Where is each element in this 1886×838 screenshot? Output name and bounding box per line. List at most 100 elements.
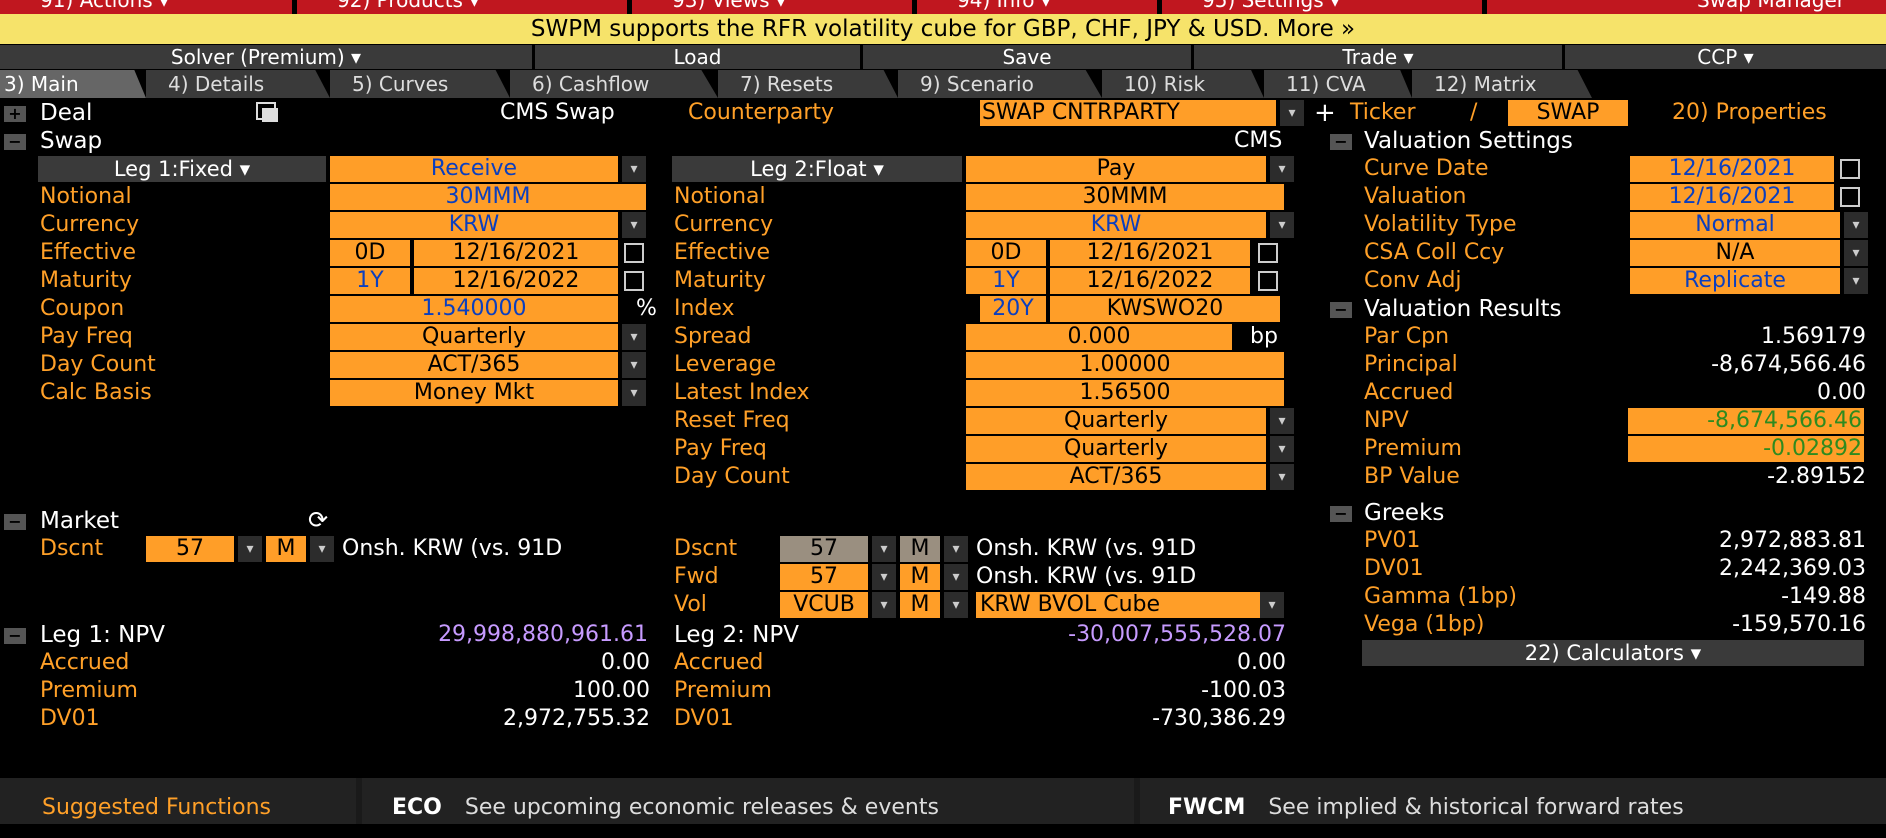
leg2-effective-tenor[interactable]: 0D — [966, 240, 1046, 266]
leg1-direction-field[interactable]: Receive — [330, 156, 618, 182]
valuation-date-field[interactable]: 12/16/2021 — [1630, 184, 1834, 210]
vol-m-field[interactable]: M — [900, 592, 940, 618]
leg2-notional-field[interactable]: 30MMM — [966, 184, 1284, 210]
leg1-direction-dropdown[interactable]: ▾ — [622, 156, 646, 182]
tab-cva[interactable]: 11) CVA — [1264, 70, 1412, 98]
tab-details[interactable]: 4) Details — [146, 70, 330, 98]
leg2-type-button[interactable]: Leg 2:Float ▾ — [672, 156, 962, 182]
leg2-currency-dropdown[interactable]: ▾ — [1270, 212, 1294, 238]
collapse-valuation-settings-icon[interactable]: − — [1330, 134, 1352, 150]
calendar-icon[interactable] — [1258, 243, 1278, 263]
calendar-icon[interactable] — [624, 243, 644, 263]
fwd-m-dropdown[interactable]: ▾ — [944, 564, 968, 590]
leg1-effective-date[interactable]: 12/16/2021 — [414, 240, 618, 266]
leg2-daycount-field[interactable]: ACT/365 — [966, 464, 1266, 490]
ccp-button[interactable]: CCP ▾ — [1565, 45, 1886, 69]
leg2-payfreq-field[interactable]: Quarterly — [966, 436, 1266, 462]
leg2-resetfreq-field[interactable]: Quarterly — [966, 408, 1266, 434]
leg2-maturity-date[interactable]: 12/16/2022 — [1050, 268, 1250, 294]
premium-field[interactable]: -0.02892 — [1628, 436, 1864, 462]
counterparty-dropdown[interactable]: ▾ — [1280, 100, 1304, 126]
collapse-market-icon[interactable]: − — [4, 514, 26, 530]
csa-coll-ccy-dropdown[interactable]: ▾ — [1844, 240, 1868, 266]
dscnt-curve-dropdown[interactable]: ▾ — [238, 536, 262, 562]
vol-cube-dropdown[interactable]: ▾ — [1260, 592, 1284, 618]
actions-menu[interactable]: 91) Actions ▾ — [0, 0, 292, 14]
conv-adj-field[interactable]: Replicate — [1630, 268, 1840, 294]
leg2-spread-field[interactable]: 0.000 — [966, 324, 1232, 350]
tab-curves[interactable]: 5) Curves — [330, 70, 510, 98]
expand-deal-icon[interactable]: + — [4, 106, 26, 122]
tab-scenario[interactable]: 9) Scenario — [898, 70, 1102, 98]
calendar-icon[interactable] — [1840, 187, 1860, 207]
load-button[interactable]: Load — [535, 45, 860, 69]
solver-button[interactable]: Solver (Premium) ▾ — [0, 45, 532, 69]
leg1-effective-tenor[interactable]: 0D — [330, 240, 410, 266]
leg1-coupon-field[interactable]: 1.540000 — [330, 296, 618, 322]
leg1-notional-field[interactable]: 30MMM — [330, 184, 646, 210]
leg1-currency-field[interactable]: KRW — [330, 212, 618, 238]
leg2-index-tenor[interactable]: 20Y — [980, 296, 1046, 322]
announcement-banner[interactable]: SWPM supports the RFR volatility cube fo… — [0, 14, 1886, 44]
leg1-maturity-date[interactable]: 12/16/2022 — [414, 268, 618, 294]
leg1-calcbasis-field[interactable]: Money Mkt — [330, 380, 618, 406]
leg1-daycount-field[interactable]: ACT/365 — [330, 352, 618, 378]
leg2-daycount-dropdown[interactable]: ▾ — [1270, 464, 1294, 490]
conv-adj-dropdown[interactable]: ▾ — [1844, 268, 1868, 294]
leg1-payfreq-field[interactable]: Quarterly — [330, 324, 618, 350]
tab-main[interactable]: 3) Main — [0, 70, 146, 98]
vol-curve-field[interactable]: VCUB — [780, 592, 868, 618]
settings-menu[interactable]: 95) Settings ▾ — [1162, 0, 1482, 14]
leg2-resetfreq-dropdown[interactable]: ▾ — [1270, 408, 1294, 434]
add-ticker-icon[interactable]: + — [1314, 98, 1336, 128]
volatility-type-dropdown[interactable]: ▾ — [1844, 212, 1868, 238]
collapse-swap-icon[interactable]: − — [4, 134, 26, 150]
products-menu[interactable]: 92) Products ▾ — [297, 0, 627, 14]
calendar-icon[interactable] — [1840, 159, 1860, 179]
tab-matrix[interactable]: 12) Matrix — [1412, 70, 1592, 98]
copy-icon[interactable] — [256, 102, 282, 124]
leg2-maturity-tenor[interactable]: 1Y — [966, 268, 1046, 294]
leg1-calcbasis-dropdown[interactable]: ▾ — [622, 380, 646, 406]
curve-date-field[interactable]: 12/16/2021 — [1630, 156, 1834, 182]
leg1-type-button[interactable]: Leg 1:Fixed ▾ — [38, 156, 326, 182]
save-button[interactable]: Save — [863, 45, 1191, 69]
fwd-curve-dropdown[interactable]: ▾ — [872, 564, 896, 590]
leg2-direction-dropdown[interactable]: ▾ — [1270, 156, 1294, 182]
dscnt-curve-field[interactable]: 57 — [146, 536, 234, 562]
leg2-leverage-field[interactable]: 1.00000 — [966, 352, 1284, 378]
leg1-maturity-tenor[interactable]: 1Y — [330, 268, 410, 294]
dscnt-m-dropdown[interactable]: ▾ — [310, 536, 334, 562]
volatility-type-field[interactable]: Normal — [1630, 212, 1840, 238]
calendar-icon[interactable] — [624, 271, 644, 291]
tab-risk[interactable]: 10) Risk — [1102, 70, 1264, 98]
info-menu[interactable]: 94) Info ▾ — [917, 0, 1157, 14]
tab-resets[interactable]: 7) Resets — [718, 70, 898, 98]
collapse-valuation-results-icon[interactable]: − — [1330, 302, 1352, 318]
refresh-icon[interactable]: ⟳ — [308, 506, 328, 534]
vol-m-dropdown[interactable]: ▾ — [944, 592, 968, 618]
fwd-m-field[interactable]: M — [900, 564, 940, 590]
counterparty-field[interactable]: SWAP CNTRPARTY — [980, 100, 1276, 126]
properties-button[interactable]: 20) Properties — [1672, 100, 1827, 125]
calculators-button[interactable]: 22) Calculators ▾ — [1362, 640, 1864, 666]
leg2-direction-field[interactable]: Pay — [966, 156, 1266, 182]
npv-field[interactable]: -8,674,566.46 — [1628, 408, 1864, 434]
leg1-currency-dropdown[interactable]: ▾ — [622, 212, 646, 238]
views-menu[interactable]: 93) Views ▾ — [632, 0, 912, 14]
tab-cashflow[interactable]: 6) Cashflow — [510, 70, 718, 98]
collapse-greeks-icon[interactable]: − — [1330, 506, 1352, 522]
leg1-payfreq-dropdown[interactable]: ▾ — [622, 324, 646, 350]
csa-coll-ccy-field[interactable]: N/A — [1630, 240, 1840, 266]
collapse-leg1-npv-icon[interactable]: − — [4, 628, 26, 644]
eco-suggestion[interactable]: ECO See upcoming economic releases & eve… — [362, 778, 1134, 824]
trade-button[interactable]: Trade ▾ — [1194, 45, 1562, 69]
leg2-index-field[interactable]: KWSWO20 — [1050, 296, 1280, 322]
leg2-effective-date[interactable]: 12/16/2021 — [1050, 240, 1250, 266]
dscnt-m-field[interactable]: M — [266, 536, 306, 562]
leg2-currency-field[interactable]: KRW — [966, 212, 1266, 238]
vol-cube-field[interactable]: KRW BVOL Cube — [976, 592, 1260, 618]
calendar-icon[interactable] — [1258, 271, 1278, 291]
leg1-daycount-dropdown[interactable]: ▾ — [622, 352, 646, 378]
fwcm-suggestion[interactable]: FWCM See implied & historical forward ra… — [1140, 778, 1886, 824]
